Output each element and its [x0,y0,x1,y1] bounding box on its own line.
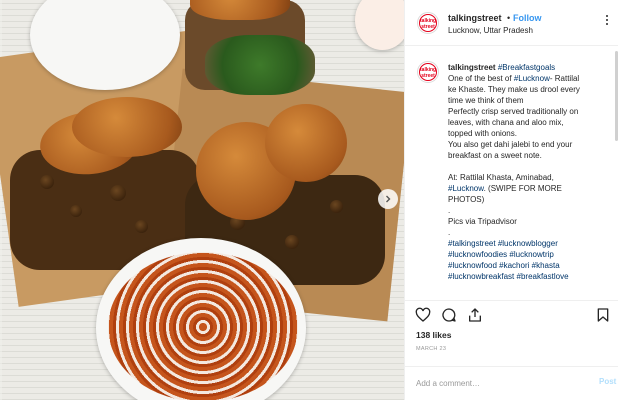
hashtag-link[interactable]: #lucknowtrip [509,250,553,259]
caption-line: topped with onions. [448,129,517,138]
hashtag-link[interactable]: #talkingstreet [448,239,496,248]
hashtag-link[interactable]: #Breakfastgoals [498,63,555,72]
username-link[interactable]: talkingstreet [448,13,502,23]
caption-line: Pics via Tripadvisor [448,217,517,226]
caption-line: PHOTOS) [448,195,485,204]
hashtag-link[interactable]: #Lucknow [448,184,484,193]
post-comment-button[interactable]: Post [599,377,616,386]
kachori [72,97,182,157]
share-icon[interactable] [467,307,483,323]
caption-line: At: Rattilal Khasta, Aminabad, [448,173,554,182]
comment-icon[interactable] [441,307,457,323]
chana [40,175,54,189]
caption-text-segment: - Rattilal [549,74,580,83]
heart-icon[interactable] [415,307,431,323]
comment-bar: Post [405,366,618,400]
chana [285,235,299,249]
bowl [355,0,404,50]
chana [330,200,343,213]
caption-line: You also get dahi jalebi to end your [448,140,573,149]
hashtag-link[interactable]: #lucknowblogger [498,239,558,248]
jalebi [108,252,298,400]
caption-line: ke Khaste. They make us drool every [448,85,580,94]
hashtag-link[interactable]: #breakfastlove [517,272,569,281]
avatar[interactable]: talking street [417,61,439,83]
caption-line: . [448,206,451,215]
next-photo-button[interactable] [378,189,398,209]
avatar-logo: talking street [419,14,437,32]
action-bar [405,300,618,328]
hashtag-link[interactable]: #lucknowfood [448,261,497,270]
comment-input[interactable] [416,376,586,390]
caption-username-link[interactable]: talkingstreet [448,63,496,72]
caption-line: leaves, with chana and aloo mix, [448,118,564,127]
chevron-right-icon [386,195,391,203]
caption-line: . [448,228,451,237]
chana [135,220,148,233]
post-photo[interactable] [0,0,404,400]
more-options-icon[interactable] [601,13,613,29]
post-date[interactable]: MARCH 23 [416,346,446,352]
bookmark-icon[interactable] [595,307,611,323]
caption-text-segment: . (SWIPE FOR MORE [483,184,562,193]
chana [110,185,126,201]
kachori [265,104,347,182]
caption-line: time we think of them [448,96,524,105]
likes-count[interactable]: 138 likes [416,330,451,340]
hashtag-link[interactable]: #kachori [499,261,529,270]
caption-text: talkingstreet #Breakfastgoals One of the… [448,62,608,282]
onion-salad [205,35,315,95]
separator-dot: • [507,13,511,23]
hashtag-link[interactable]: #Lucknow [514,74,550,83]
hashtag-link[interactable]: #lucknowfoodies [448,250,507,259]
caption-area: talking street talkingstreet #Breakfastg… [405,47,618,297]
post-side-panel: talking street talkingstreet • Follow Lu… [404,0,618,400]
caption-line: Perfectly crisp served traditionally on [448,107,579,116]
chana [70,205,82,217]
caption-line: breakfast on a sweet note. [448,151,542,160]
avatar[interactable]: talking street [417,12,439,34]
hashtag-link[interactable]: #khasta [532,261,560,270]
location-link[interactable]: Lucknow, Uttar Pradesh [448,26,533,35]
post-header: talking street talkingstreet • Follow Lu… [405,0,618,46]
caption-text-segment: One of the best of [448,74,514,83]
avatar-logo: talking street [419,63,437,81]
follow-button[interactable]: Follow [513,13,542,23]
hashtag-link[interactable]: #lucknowbreakfast [448,272,514,281]
